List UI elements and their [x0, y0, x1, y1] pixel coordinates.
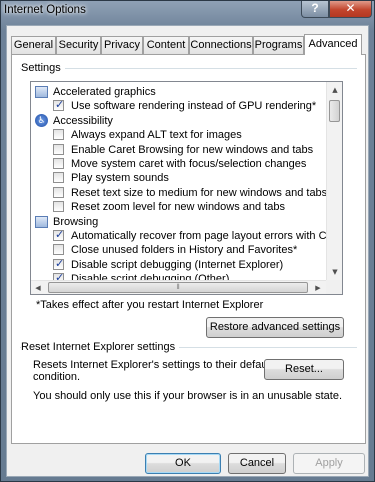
accessibility-icon: ♿ — [35, 113, 48, 127]
checkbox-label: Reset text size to medium for new window… — [71, 186, 327, 199]
horizontal-scroll-thumb[interactable]: ⦀ — [48, 282, 308, 293]
title-bar[interactable]: Internet Options ? ✕ — [1, 1, 374, 21]
category-label: Accessibility — [53, 114, 113, 127]
tab-programs[interactable]: Programs — [253, 36, 304, 54]
checkbox-label: Enable Caret Browsing for new windows an… — [71, 143, 314, 156]
checkbox-checked[interactable] — [53, 228, 64, 242]
checkbox-unchecked[interactable] — [53, 172, 64, 184]
vertical-scroll-thumb[interactable] — [329, 100, 340, 122]
checkbox-label: Close unused folders in History and Favo… — [71, 244, 298, 257]
category-label: Browsing — [53, 215, 99, 228]
tab-content[interactable]: Content — [143, 36, 189, 54]
checkbox-checked[interactable] — [53, 257, 64, 271]
tab-general[interactable]: General — [11, 36, 56, 54]
settings-checkbox-row[interactable]: Reset text size to medium for new window… — [31, 186, 327, 200]
checkbox-label: Use software rendering instead of GPU re… — [71, 100, 317, 113]
settings-checkbox-row[interactable]: Use software rendering instead of GPU re… — [31, 98, 327, 113]
scrollbar-corner — [326, 280, 342, 294]
checkbox-label: Disable script debugging (Internet Explo… — [71, 258, 284, 271]
restart-note: *Takes effect after you restart Internet… — [36, 299, 264, 311]
checkbox-label: Play system sounds — [71, 172, 169, 185]
checkbox-label: Move system caret with focus/selection c… — [71, 157, 307, 170]
tab-strip: General Security Privacy Content Connect… — [11, 34, 366, 55]
reset-description-line2: condition. — [33, 371, 81, 383]
settings-checkbox-row[interactable]: Always expand ALT text for images — [31, 128, 327, 142]
tab-advanced[interactable]: Advanced — [304, 34, 362, 55]
checkbox-unchecked[interactable] — [53, 244, 64, 256]
settings-group-label: Settings — [21, 62, 65, 74]
reset-group-label: Reset Internet Explorer settings — [21, 341, 180, 353]
settings-group-line — [20, 68, 357, 69]
checkbox-label: Always expand ALT text for images — [71, 129, 242, 142]
tab-privacy[interactable]: Privacy — [101, 36, 143, 54]
settings-checkbox-row[interactable]: Close unused folders in History and Favo… — [31, 243, 327, 257]
settings-checkbox-row[interactable]: Automatically recover from page layout e… — [31, 228, 327, 243]
ok-button[interactable]: OK — [145, 453, 221, 474]
close-button[interactable]: ✕ — [329, 1, 372, 18]
tab-connections[interactable]: Connections — [189, 36, 253, 54]
checkbox-label: Reset zoom level for new windows and tab… — [71, 201, 285, 214]
checkbox-unchecked[interactable] — [53, 143, 64, 155]
checkbox-unchecked[interactable] — [53, 186, 64, 198]
checkbox-unchecked[interactable] — [53, 201, 64, 213]
horizontal-scrollbar[interactable]: ◀ ⦀ ▶ — [31, 280, 327, 294]
settings-checkbox-row[interactable]: Enable Caret Browsing for new windows an… — [31, 143, 327, 157]
browsing-icon — [35, 215, 48, 228]
cancel-button[interactable]: Cancel — [228, 453, 286, 474]
scroll-up-arrow-icon[interactable]: ▲ — [327, 82, 342, 98]
settings-checkbox-row[interactable]: Reset zoom level for new windows and tab… — [31, 200, 327, 214]
scroll-down-arrow-icon[interactable]: ▼ — [327, 264, 342, 280]
reset-warning: You should only use this if your browser… — [33, 390, 342, 402]
advanced-settings-list[interactable]: Accelerated graphics Use software renderi… — [30, 81, 343, 295]
category-label: Accelerated graphics — [53, 86, 156, 98]
help-button[interactable]: ? — [301, 1, 329, 18]
apply-button[interactable]: Apply — [293, 453, 365, 474]
reset-description-line1: Resets Internet Explorer's settings to t… — [33, 359, 273, 371]
settings-checkbox-row[interactable]: Play system sounds — [31, 171, 327, 185]
tab-security[interactable]: Security — [56, 36, 101, 54]
checkbox-unchecked[interactable] — [53, 129, 64, 141]
settings-category[interactable]: Browsing — [31, 215, 327, 229]
reset-button[interactable]: Reset... — [264, 359, 344, 380]
scroll-right-arrow-icon[interactable]: ▶ — [311, 280, 325, 294]
monitor-icon — [35, 86, 48, 98]
checkbox-label: Automatically recover from page layout e… — [71, 229, 327, 242]
scroll-left-arrow-icon[interactable]: ◀ — [31, 280, 45, 294]
settings-checkbox-row[interactable]: Move system caret with focus/selection c… — [31, 157, 327, 171]
settings-category[interactable]: Accelerated graphics — [31, 85, 327, 99]
restore-advanced-settings-button[interactable]: Restore advanced settings — [206, 317, 344, 338]
window-title: Internet Options — [4, 4, 86, 16]
internet-options-window: Internet Options ? ✕ General Security Pr… — [0, 0, 375, 482]
checkbox-checked[interactable] — [53, 98, 64, 112]
settings-checkbox-row[interactable]: Disable script debugging (Internet Explo… — [31, 257, 327, 272]
vertical-scrollbar[interactable]: ▲ ▼ — [326, 82, 342, 280]
settings-category[interactable]: ♿ Accessibility — [31, 113, 327, 128]
dialog-client-area: General Security Privacy Content Connect… — [6, 25, 369, 477]
settings-rows: Accelerated graphics Use software renderi… — [31, 82, 327, 282]
checkbox-unchecked[interactable] — [53, 157, 64, 169]
